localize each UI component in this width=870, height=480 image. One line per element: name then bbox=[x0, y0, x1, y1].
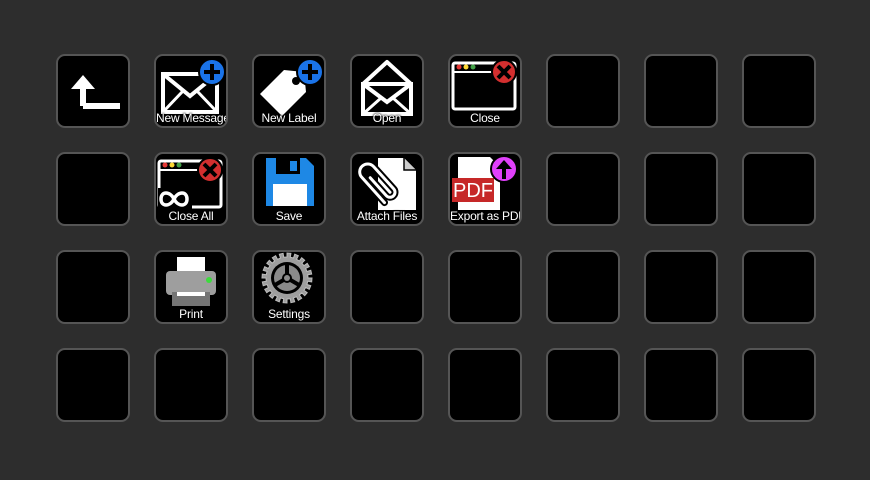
settings-button[interactable]: Settings bbox=[252, 250, 326, 324]
empty-key[interactable] bbox=[546, 348, 620, 422]
empty-key[interactable] bbox=[350, 250, 424, 324]
empty-key[interactable] bbox=[448, 250, 522, 324]
settings-label: Settings bbox=[268, 307, 310, 321]
empty-key[interactable] bbox=[56, 348, 130, 422]
empty-key[interactable] bbox=[154, 348, 228, 422]
empty-key[interactable] bbox=[252, 348, 326, 422]
empty-key[interactable] bbox=[56, 152, 130, 226]
save-label: Save bbox=[275, 209, 303, 223]
save-button[interactable]: Save bbox=[252, 152, 326, 226]
empty-key[interactable] bbox=[644, 348, 718, 422]
close-all-label: Close All bbox=[168, 209, 214, 223]
new-label-button[interactable]: New Label bbox=[252, 54, 326, 128]
empty-key[interactable] bbox=[350, 348, 424, 422]
empty-key[interactable] bbox=[546, 250, 620, 324]
print-button[interactable]: Print bbox=[154, 250, 228, 324]
button-deck: New Message New Label Open Close Close A… bbox=[56, 54, 818, 428]
empty-key[interactable] bbox=[56, 250, 130, 324]
print-label: Print bbox=[179, 307, 203, 321]
empty-key[interactable] bbox=[448, 348, 522, 422]
close-button[interactable]: Close bbox=[448, 54, 522, 128]
back-arrow-icon bbox=[71, 75, 120, 109]
back-button[interactable] bbox=[56, 54, 130, 128]
empty-key[interactable] bbox=[742, 152, 816, 226]
empty-key[interactable] bbox=[644, 54, 718, 128]
open-button[interactable]: Open bbox=[350, 54, 424, 128]
empty-key[interactable] bbox=[644, 152, 718, 226]
empty-key[interactable] bbox=[742, 250, 816, 324]
export-pdf-button[interactable]: PDF Export as PDF bbox=[448, 152, 522, 226]
empty-key[interactable] bbox=[644, 250, 718, 324]
new-label-label: New Label bbox=[261, 111, 317, 125]
empty-key[interactable] bbox=[546, 54, 620, 128]
attach-files-label: Attach Files bbox=[356, 209, 418, 223]
open-label: Open bbox=[372, 111, 402, 125]
new-message-label: New Message bbox=[156, 111, 228, 125]
empty-key[interactable] bbox=[742, 54, 816, 128]
empty-key[interactable] bbox=[742, 348, 816, 422]
close-all-button[interactable]: Close All bbox=[154, 152, 228, 226]
close-label: Close bbox=[470, 111, 500, 125]
new-message-button[interactable]: New Message bbox=[154, 54, 228, 128]
attach-files-button[interactable]: Attach Files bbox=[350, 152, 424, 226]
pdf-badge-text: PDF bbox=[453, 180, 493, 202]
export-pdf-label: Export as PDF bbox=[450, 209, 522, 223]
empty-key[interactable] bbox=[546, 152, 620, 226]
